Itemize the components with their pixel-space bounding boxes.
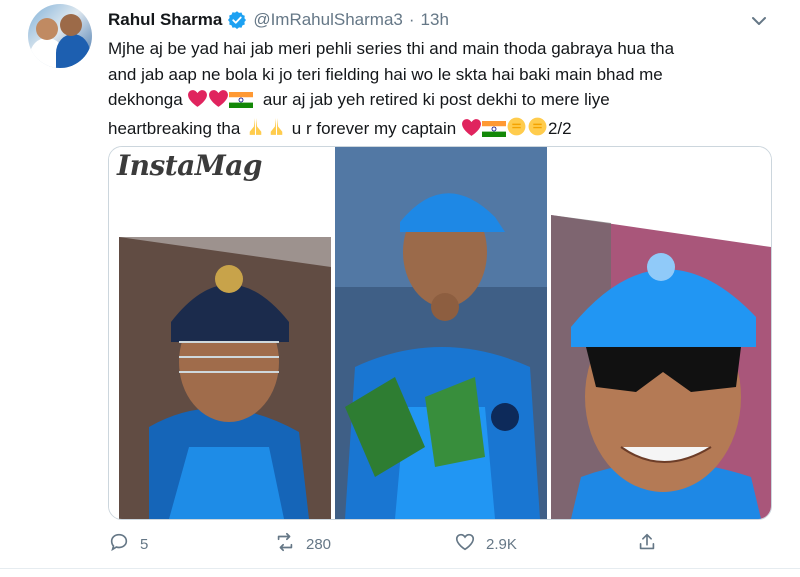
tweet-actions: 5 280 2.9K xyxy=(108,530,668,558)
india-flag-icon xyxy=(229,90,254,116)
divider xyxy=(0,568,800,569)
tweet-text-fragment: u r forever my captain xyxy=(291,118,457,138)
media-image[interactable]: InstaMag xyxy=(108,146,772,520)
author-name[interactable]: Rahul Sharma xyxy=(108,10,222,30)
reply-button[interactable]: 5 xyxy=(108,530,148,558)
heart-icon xyxy=(454,531,476,557)
timestamp[interactable]: 13h xyxy=(421,10,449,30)
chevron-down-icon[interactable] xyxy=(748,10,770,32)
verified-badge-icon xyxy=(227,10,247,30)
tweet-text-fragment: aur aj jab yeh retired ki post dekhi to … xyxy=(262,90,610,109)
tweet-text-fragment: heartbreaking tha xyxy=(108,118,241,138)
author-handle[interactable]: @ImRahulSharma3 xyxy=(253,10,403,30)
retweet-icon xyxy=(274,531,296,557)
photo-panel-helmet: InstaMag xyxy=(109,147,331,519)
red-heart-icon xyxy=(208,89,229,116)
share-icon xyxy=(636,531,658,557)
photo-panel-gloves xyxy=(335,147,547,519)
red-heart-icon xyxy=(461,118,482,145)
tweet-text: Mjhe aj be yad hai jab meri pehli series… xyxy=(108,36,768,144)
red-heart-icon xyxy=(187,89,208,116)
like-button[interactable]: 2.9K xyxy=(454,530,517,558)
like-count: 2.9K xyxy=(486,535,517,553)
retweet-count: 280 xyxy=(306,535,332,553)
separator-dot: · xyxy=(408,10,415,29)
raised-fist-icon xyxy=(527,116,548,145)
avatar[interactable] xyxy=(28,4,92,68)
photo-panel-sunglasses xyxy=(551,147,771,519)
tweet-header: Rahul Sharma @ImRahulSharma3 · 13h xyxy=(108,8,449,32)
reply-count: 5 xyxy=(140,535,149,553)
brand-logo: InstaMag xyxy=(117,149,263,182)
india-flag-icon xyxy=(481,119,506,145)
tweet-text-line: and jab aap ne bola ki jo teri fielding … xyxy=(108,64,663,84)
folded-hands-icon xyxy=(245,116,266,145)
reply-icon xyxy=(108,531,130,557)
share-button[interactable] xyxy=(636,530,658,558)
tweet-text-line: dekhonga aur aj jab yeh retired ki post … xyxy=(108,87,768,116)
tweet-text-line: Mjhe aj be yad hai jab meri pehli series… xyxy=(108,39,675,58)
tweet: Rahul Sharma @ImRahulSharma3 · 13h Mjhe … xyxy=(0,0,800,577)
retweet-button[interactable]: 280 xyxy=(274,530,331,558)
raised-fist-icon xyxy=(506,116,527,145)
tweet-text-fragment: dekhonga xyxy=(108,90,183,109)
tweet-text-line: heartbreaking tha u r forever my captain… xyxy=(108,116,768,145)
folded-hands-icon xyxy=(266,116,287,145)
tweet-text-fragment: 2/2 xyxy=(547,118,572,138)
